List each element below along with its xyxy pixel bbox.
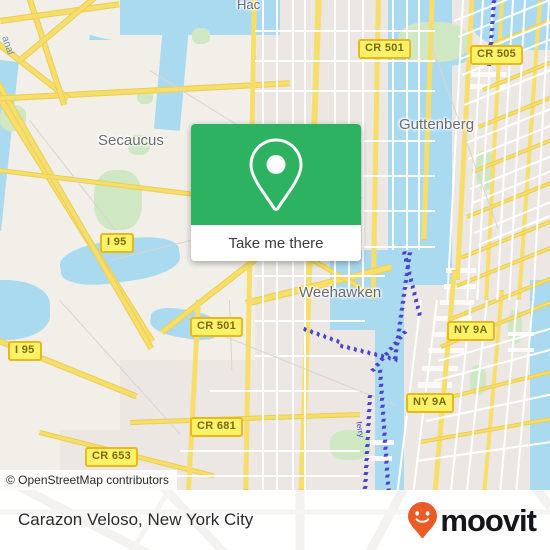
nj-cross-1 xyxy=(255,30,435,32)
footer-content: Carazon Veloso, New York City moovit xyxy=(0,490,550,550)
pier-1 xyxy=(446,268,476,273)
place-label-hackensack: Hac xyxy=(237,0,261,12)
footer-bar: Carazon Veloso, New York City moovit xyxy=(0,490,550,550)
nj-cross-11 xyxy=(210,390,360,392)
take-me-there-label: Take me there xyxy=(228,234,324,252)
road-shield-ny9a-north[interactable]: NY 9A xyxy=(447,321,495,341)
road-shield-cr681[interactable]: CR 681 xyxy=(190,417,244,437)
road-shield-cr505[interactable]: CR 505 xyxy=(470,45,524,65)
road-shield-cr501-north[interactable]: CR 501 xyxy=(358,39,412,59)
nj-street-8 xyxy=(392,0,394,250)
road-shield-cr501-south[interactable]: CR 501 xyxy=(190,317,244,337)
location-card-header xyxy=(191,124,361,225)
nj-cross-2 xyxy=(255,60,435,62)
road-shield-cr653[interactable]: CR 653 xyxy=(85,447,139,467)
road-shield-i95-a[interactable]: I 95 xyxy=(100,233,134,253)
green-park-d xyxy=(192,28,210,44)
nj-cross-13 xyxy=(160,475,360,477)
place-label-guttenberg: Guttenberg xyxy=(399,116,475,133)
moovit-pin-icon xyxy=(408,502,438,538)
moovit-wordmark: moovit xyxy=(440,502,537,538)
road-shield-i95-b[interactable]: I 95 xyxy=(8,341,42,361)
moovit-logo[interactable]: moovit xyxy=(407,501,537,539)
map-attribution[interactable]: © OpenStreetMap contributors xyxy=(0,470,177,490)
map-pin-icon xyxy=(249,137,303,211)
nj-cross-8 xyxy=(255,275,385,277)
green-park-b xyxy=(94,170,142,230)
map-screenshot: anal ferry Secaucus Guttenberg Weehawken… xyxy=(0,0,550,550)
place-title: Carazon Veloso, New York City xyxy=(18,510,254,529)
take-me-there-button[interactable]: Take me there xyxy=(191,225,361,261)
place-label-secaucus: Secaucus xyxy=(98,132,164,149)
road-shield-ny9a-south[interactable]: NY 9A xyxy=(406,393,454,413)
nj-cross-3 xyxy=(255,90,435,92)
location-card[interactable]: Take me there xyxy=(191,124,361,261)
place-label-weehawken: Weehawken xyxy=(299,284,382,301)
nj-cross-12 xyxy=(180,450,360,452)
nj-cross-9 xyxy=(255,320,365,322)
